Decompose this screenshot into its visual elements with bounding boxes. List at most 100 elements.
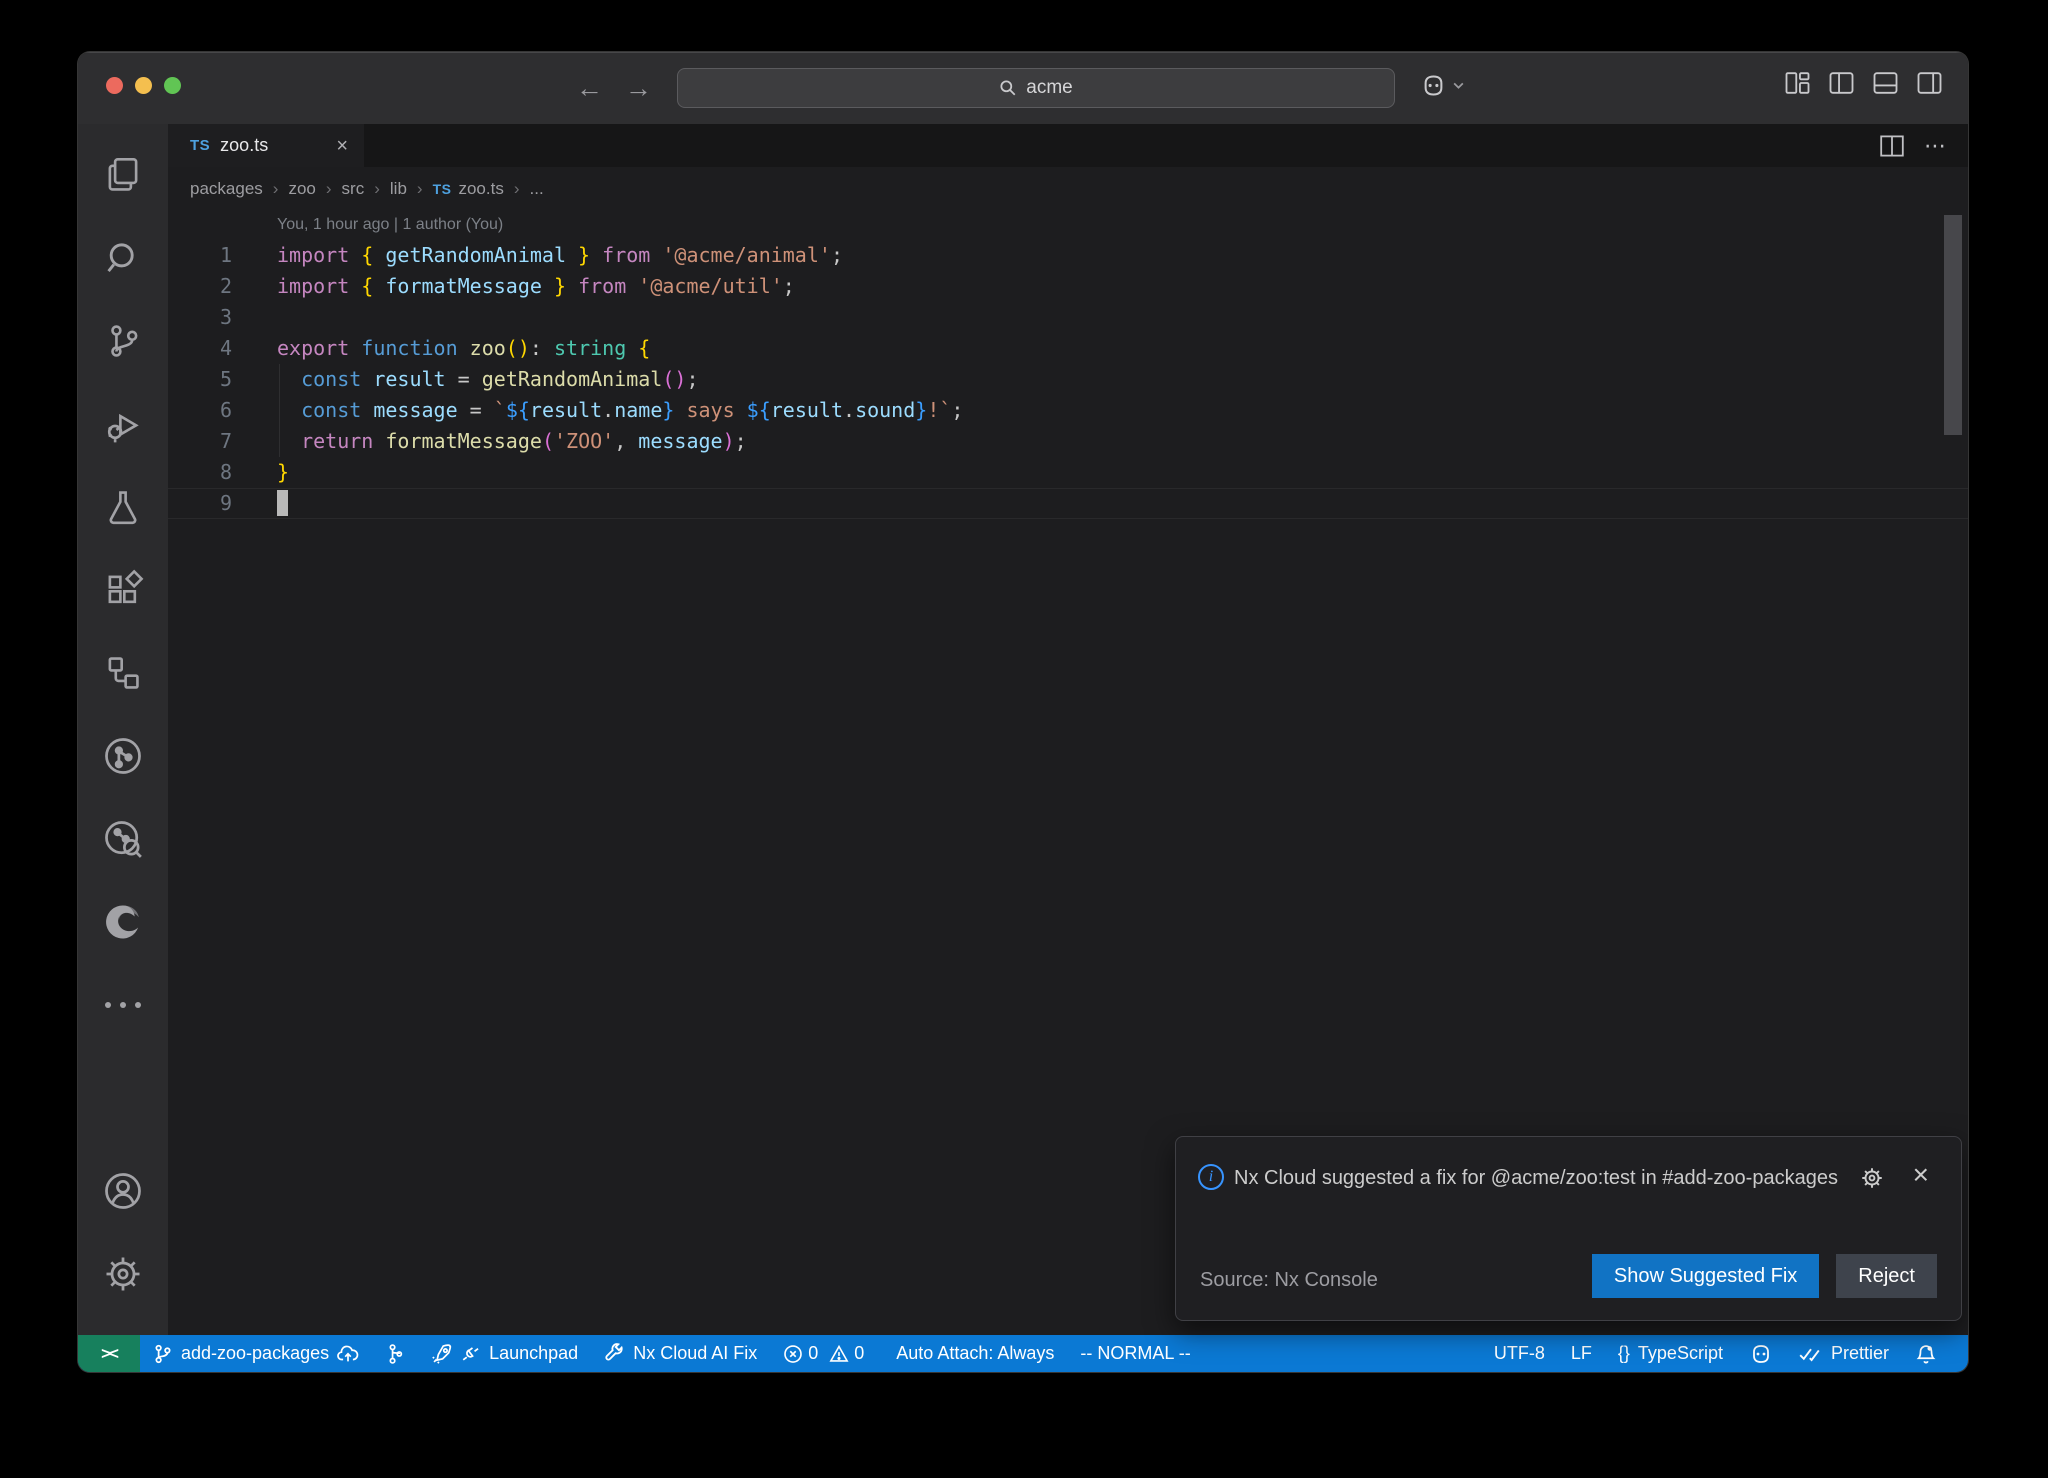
encoding-label: UTF-8 — [1494, 1343, 1545, 1364]
traffic-lights — [106, 77, 181, 94]
editor-more-actions-button[interactable]: ⋯ — [1924, 133, 1946, 159]
language-label: TypeScript — [1638, 1343, 1723, 1364]
nx-cloud-ai-fix-label: Nx Cloud AI Fix — [633, 1343, 757, 1364]
breadcrumb-file-label: zoo.ts — [458, 179, 503, 199]
breadcrumb-symbol-more[interactable]: ... — [530, 179, 544, 199]
toggle-primary-sidebar-button[interactable] — [1829, 72, 1854, 94]
code-line[interactable]: 8} — [168, 457, 1968, 488]
settings-button[interactable] — [78, 1232, 168, 1315]
project-view-button[interactable] — [78, 631, 168, 714]
line-number: 8 — [168, 457, 232, 488]
breadcrumb-separator: › — [326, 179, 332, 199]
toggle-panel-button[interactable] — [1873, 72, 1898, 94]
code-line[interactable]: 2import { formatMessage } from '@acme/ut… — [168, 271, 1968, 302]
sidebar-right-icon — [1917, 72, 1942, 94]
copilot-icon — [1420, 72, 1447, 99]
show-suggested-fix-button[interactable]: Show Suggested Fix — [1592, 1254, 1819, 1298]
gear-icon — [1859, 1165, 1885, 1191]
tab-zoo-ts[interactable]: TS zoo.ts × — [168, 124, 364, 167]
formatter-status-item[interactable]: Prettier — [1786, 1335, 1902, 1372]
source-control-graph-item[interactable] — [372, 1335, 418, 1372]
eol-status-item[interactable]: LF — [1558, 1335, 1605, 1372]
code-line[interactable]: 9 — [168, 488, 1968, 519]
tab-close-button[interactable]: × — [336, 136, 348, 156]
command-center-search[interactable]: acme — [677, 68, 1395, 108]
breadcrumb-separator: › — [374, 179, 380, 199]
testing-view-button[interactable] — [78, 465, 168, 548]
forward-button[interactable]: → — [625, 73, 652, 104]
typescript-file-icon: TS — [190, 137, 210, 154]
nx-cloud-ai-fix-item[interactable]: Nx Cloud AI Fix — [591, 1335, 770, 1372]
bell-icon — [1915, 1343, 1937, 1365]
minimize-window-button[interactable] — [135, 77, 152, 94]
back-button[interactable]: ← — [576, 73, 603, 104]
code-line[interactable]: 3 — [168, 302, 1968, 333]
breadcrumb-separator: › — [273, 179, 279, 199]
breadcrumb-item[interactable]: src — [342, 179, 365, 199]
plug-icon — [461, 1344, 481, 1364]
notification-source: Source: Nx Console — [1200, 1269, 1378, 1292]
code-line[interactable]: 7 return formatMessage('ZOO', message); — [168, 426, 1968, 457]
vscode-window: ← → acme — [78, 52, 1968, 1372]
copilot-menu-button[interactable] — [1420, 72, 1465, 99]
beaker-icon — [102, 486, 144, 528]
accounts-button[interactable] — [78, 1149, 168, 1232]
search-view-button[interactable] — [78, 216, 168, 299]
ellipsis-icon — [105, 1002, 141, 1008]
source-control-icon — [102, 320, 144, 362]
sidebar-left-icon — [1829, 72, 1854, 94]
code-line[interactable]: 1import { getRandomAnimal } from '@acme/… — [168, 240, 1968, 271]
branch-status-item[interactable]: add-zoo-packages — [140, 1335, 372, 1372]
edge-browser-icon — [101, 900, 145, 944]
copilot-status-item[interactable] — [1736, 1335, 1786, 1372]
notifications-bell-button[interactable] — [1902, 1335, 1950, 1372]
vim-mode-status-item[interactable]: -- NORMAL -- — [1067, 1335, 1203, 1372]
edge-tools-view-button[interactable] — [78, 880, 168, 963]
customize-layout-button[interactable] — [1785, 72, 1810, 94]
error-count: 0 — [808, 1343, 818, 1364]
breadcrumb-item[interactable]: zoo — [288, 179, 315, 199]
linked-squares-icon — [102, 652, 144, 694]
additional-views-button[interactable] — [78, 963, 168, 1046]
source-control-view-button[interactable] — [78, 299, 168, 382]
split-editor-button[interactable] — [1880, 135, 1904, 157]
close-window-button[interactable] — [106, 77, 123, 94]
code-line[interactable]: 5 const result = getRandomAnimal(); — [168, 364, 1968, 395]
rocket-icon — [431, 1343, 453, 1365]
breadcrumb-item[interactable]: packages — [190, 179, 263, 199]
run-debug-view-button[interactable] — [78, 382, 168, 465]
extensions-view-button[interactable] — [78, 548, 168, 631]
tab-label: zoo.ts — [220, 135, 326, 156]
eol-label: LF — [1571, 1343, 1592, 1364]
line-number: 2 — [168, 271, 232, 302]
title-bar: ← → acme — [78, 52, 1968, 124]
breadcrumb-file[interactable]: TS zoo.ts — [433, 179, 504, 199]
debug-icon — [102, 403, 144, 445]
auto-attach-status-item[interactable]: Auto Attach: Always — [883, 1335, 1067, 1372]
encoding-status-item[interactable]: UTF-8 — [1481, 1335, 1558, 1372]
nx-console-view-button[interactable] — [78, 714, 168, 797]
code-line[interactable]: 4export function zoo(): string { — [168, 333, 1968, 364]
activity-bar — [78, 124, 168, 1335]
notification-settings-button[interactable] — [1859, 1165, 1885, 1196]
warning-icon — [829, 1344, 849, 1364]
line-number: 4 — [168, 333, 232, 364]
nx-cloud-view-button[interactable] — [78, 797, 168, 880]
info-icon: i — [1198, 1164, 1224, 1190]
reject-button[interactable]: Reject — [1836, 1254, 1937, 1298]
warning-count: 0 — [854, 1343, 864, 1364]
code-line[interactable]: 6 const message = `${result.name} says $… — [168, 395, 1968, 426]
notification-message: Nx Cloud suggested a fix for @acme/zoo:t… — [1234, 1159, 1849, 1197]
editor-scrollbar[interactable] — [1944, 215, 1962, 435]
explorer-view-button[interactable] — [78, 133, 168, 216]
zoom-window-button[interactable] — [164, 77, 181, 94]
launchpad-status-item[interactable]: Launchpad — [418, 1335, 591, 1372]
remote-indicator[interactable]: >< — [78, 1335, 140, 1372]
problems-status-item[interactable]: 0 0 — [770, 1335, 883, 1372]
line-number: 7 — [168, 426, 232, 457]
notification-close-button[interactable]: × — [1913, 1161, 1929, 1189]
breadcrumb-item[interactable]: lib — [390, 179, 407, 199]
language-status-item[interactable]: {} TypeScript — [1605, 1335, 1736, 1372]
toggle-secondary-sidebar-button[interactable] — [1917, 72, 1942, 94]
vim-mode-label: -- NORMAL -- — [1080, 1343, 1190, 1364]
